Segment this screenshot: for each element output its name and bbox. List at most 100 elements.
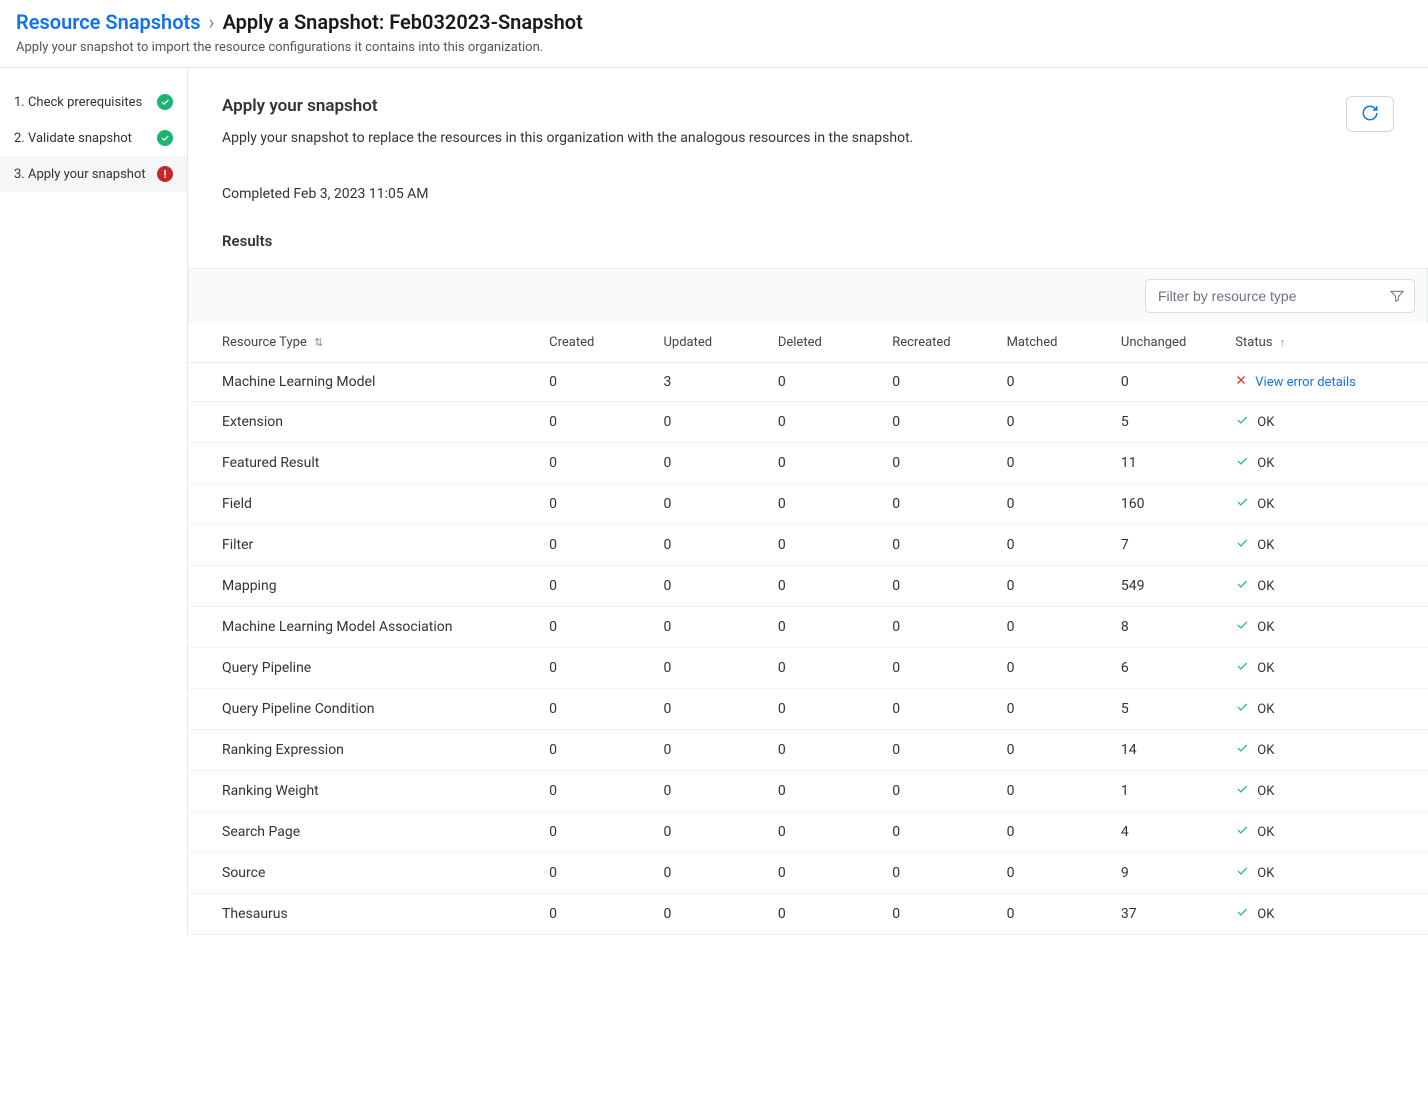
breadcrumb-parent-link[interactable]: Resource Snapshots xyxy=(16,10,201,34)
cell-matched: 0 xyxy=(995,771,1109,812)
cell-unchanged: 14 xyxy=(1109,730,1223,771)
sort-icon: ⇅ xyxy=(314,336,323,349)
status-ok-text: OK xyxy=(1257,497,1274,512)
status-ok-text: OK xyxy=(1257,743,1274,758)
cell-created: 0 xyxy=(537,402,651,443)
x-icon xyxy=(1235,374,1247,390)
status-ok-text: OK xyxy=(1257,579,1274,594)
breadcrumb: Resource Snapshots › Apply a Snapshot: F… xyxy=(16,10,1412,34)
cell-type: Ranking Expression xyxy=(188,730,537,771)
table-row: Machine Learning Model030000View error d… xyxy=(188,363,1428,402)
step-item[interactable]: 2. Validate snapshot xyxy=(0,120,187,156)
cell-deleted: 0 xyxy=(766,812,880,853)
cell-status: View error details xyxy=(1223,363,1428,402)
cell-matched: 0 xyxy=(995,812,1109,853)
col-unchanged[interactable]: Unchanged xyxy=(1109,323,1223,363)
cell-recreated: 0 xyxy=(880,648,994,689)
cell-updated: 0 xyxy=(651,771,765,812)
check-circle-icon xyxy=(157,130,173,146)
cell-updated: 0 xyxy=(651,443,765,484)
main-content: Apply your snapshot Apply your snapshot … xyxy=(188,68,1428,935)
check-icon xyxy=(1235,905,1249,923)
cell-unchanged: 5 xyxy=(1109,402,1223,443)
check-icon xyxy=(1235,618,1249,636)
col-deleted[interactable]: Deleted xyxy=(766,323,880,363)
cell-type: Thesaurus xyxy=(188,894,537,935)
status-ok-text: OK xyxy=(1257,784,1274,799)
cell-created: 0 xyxy=(537,443,651,484)
cell-status: OK xyxy=(1223,730,1428,771)
cell-created: 0 xyxy=(537,607,651,648)
cell-unchanged: 1 xyxy=(1109,771,1223,812)
cell-recreated: 0 xyxy=(880,853,994,894)
col-recreated[interactable]: Recreated xyxy=(880,323,994,363)
cell-matched: 0 xyxy=(995,566,1109,607)
col-created[interactable]: Created xyxy=(537,323,651,363)
status-ok-text: OK xyxy=(1257,866,1274,881)
table-row: Filter000007OK xyxy=(188,525,1428,566)
table-row: Ranking Weight000001OK xyxy=(188,771,1428,812)
cell-type: Source xyxy=(188,853,537,894)
col-status[interactable]: Status ↑ xyxy=(1223,323,1428,363)
col-matched[interactable]: Matched xyxy=(995,323,1109,363)
cell-deleted: 0 xyxy=(766,894,880,935)
check-icon xyxy=(1235,454,1249,472)
cell-status: OK xyxy=(1223,443,1428,484)
step-label: 3. Apply your snapshot xyxy=(14,167,157,182)
check-circle-icon xyxy=(157,94,173,110)
sort-asc-icon: ↑ xyxy=(1280,336,1286,349)
table-row: Query Pipeline000006OK xyxy=(188,648,1428,689)
table-row: Query Pipeline Condition000005OK xyxy=(188,689,1428,730)
check-icon xyxy=(1235,700,1249,718)
view-error-details-link[interactable]: View error details xyxy=(1255,375,1356,390)
check-icon xyxy=(1235,536,1249,554)
cell-deleted: 0 xyxy=(766,443,880,484)
cell-recreated: 0 xyxy=(880,894,994,935)
cell-recreated: 0 xyxy=(880,730,994,771)
chevron-right-icon: › xyxy=(209,10,215,34)
cell-deleted: 0 xyxy=(766,689,880,730)
cell-created: 0 xyxy=(537,853,651,894)
check-icon xyxy=(1235,864,1249,882)
cell-created: 0 xyxy=(537,689,651,730)
results-title: Results xyxy=(222,232,1394,250)
cell-status: OK xyxy=(1223,689,1428,730)
step-item[interactable]: 1. Check prerequisites xyxy=(0,84,187,120)
table-row: Source000009OK xyxy=(188,853,1428,894)
table-row: Featured Result0000011OK xyxy=(188,443,1428,484)
check-icon xyxy=(1235,823,1249,841)
cell-status: OK xyxy=(1223,402,1428,443)
cell-status: OK xyxy=(1223,648,1428,689)
cell-unchanged: 7 xyxy=(1109,525,1223,566)
cell-recreated: 0 xyxy=(880,771,994,812)
step-item[interactable]: 3. Apply your snapshot! xyxy=(0,156,187,192)
cell-recreated: 0 xyxy=(880,525,994,566)
cell-updated: 0 xyxy=(651,648,765,689)
filter-input[interactable] xyxy=(1145,279,1415,313)
table-row: Machine Learning Model Association000008… xyxy=(188,607,1428,648)
check-icon xyxy=(1235,577,1249,595)
cell-status: OK xyxy=(1223,771,1428,812)
refresh-button[interactable] xyxy=(1346,96,1394,132)
cell-created: 0 xyxy=(537,812,651,853)
cell-created: 0 xyxy=(537,566,651,607)
cell-unchanged: 4 xyxy=(1109,812,1223,853)
cell-recreated: 0 xyxy=(880,607,994,648)
cell-created: 0 xyxy=(537,484,651,525)
cell-updated: 0 xyxy=(651,730,765,771)
cell-created: 0 xyxy=(537,730,651,771)
cell-deleted: 0 xyxy=(766,525,880,566)
cell-updated: 0 xyxy=(651,566,765,607)
cell-type: Mapping xyxy=(188,566,537,607)
col-resource-type[interactable]: Resource Type ⇅ xyxy=(188,323,537,363)
col-updated[interactable]: Updated xyxy=(651,323,765,363)
cell-type: Filter xyxy=(188,525,537,566)
cell-status: OK xyxy=(1223,484,1428,525)
cell-updated: 0 xyxy=(651,853,765,894)
cell-recreated: 0 xyxy=(880,566,994,607)
refresh-icon xyxy=(1361,104,1379,125)
step-label: 2. Validate snapshot xyxy=(14,131,157,146)
cell-type: Ranking Weight xyxy=(188,771,537,812)
cell-recreated: 0 xyxy=(880,402,994,443)
cell-recreated: 0 xyxy=(880,812,994,853)
